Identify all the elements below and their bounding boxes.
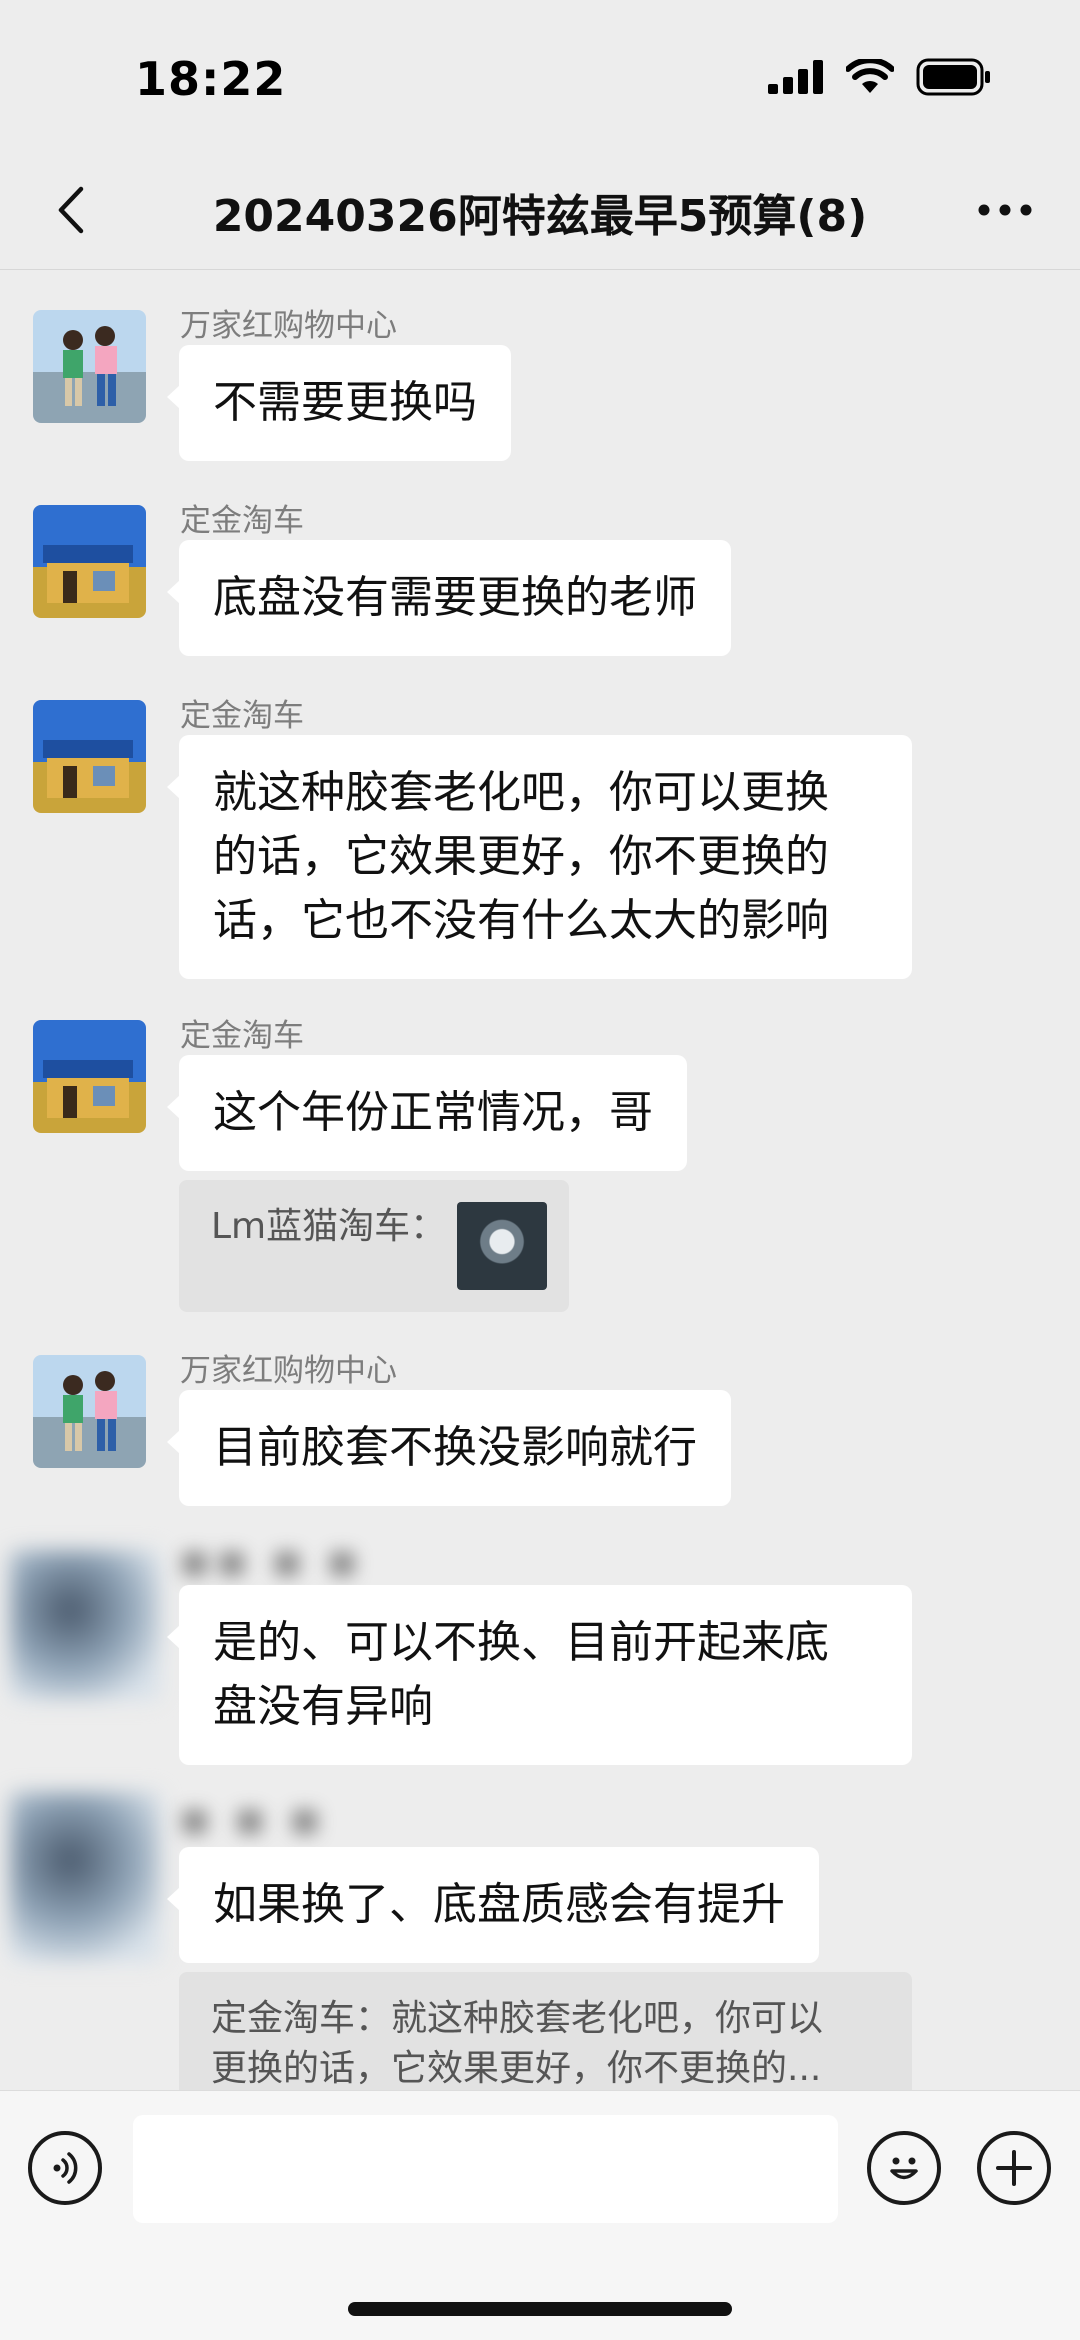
voice-icon: [53, 2152, 78, 2184]
avatar[interactable]: [10, 1792, 160, 1962]
message-line: 是的、可以不换、目前开起来底: [213, 1617, 829, 1668]
back-button[interactable]: [40, 180, 100, 240]
shop-avatar-image: [43, 545, 133, 603]
message-line: 话，它也不没有什么太大的影响: [213, 895, 829, 946]
quote-line: 定金淘车：就这种胶套老化吧，你可以: [211, 1998, 824, 2039]
message-list[interactable]: 万家红购物中心 不需要更换吗 定金淘车 底盘没有需要更换的老师 定金淘车 就这种…: [0, 270, 1080, 2090]
avatar[interactable]: [10, 1550, 160, 1700]
voice-button[interactable]: [28, 2131, 102, 2205]
sender-name: 定金淘车: [180, 698, 304, 734]
more-button[interactable]: [970, 180, 1040, 240]
message-bubble[interactable]: 目前胶套不换没影响就行: [167, 1390, 731, 1506]
battery-icon: [916, 58, 990, 96]
shop-avatar-image: [43, 1060, 133, 1118]
more-dots-icon: [978, 204, 1032, 216]
message-line: 盘没有异响: [213, 1681, 433, 1732]
kids-avatar-image: [63, 326, 117, 406]
message-line: 就这种胶套老化吧，你可以更换: [213, 767, 829, 818]
plus-button[interactable]: [977, 2131, 1051, 2205]
sender-name: 定金淘车: [180, 1018, 304, 1054]
message-bubble[interactable]: 如果换了、底盘质感会有提升: [167, 1847, 819, 1963]
quote-line: 更换的话，它效果更好，你不更换的...: [211, 2048, 822, 2089]
sender-name: 万家红购物中心: [180, 308, 397, 344]
wifi-icon: [846, 59, 894, 93]
chat-header: 20240326阿特兹最早5预算(8): [0, 150, 1080, 270]
message-input[interactable]: [133, 2115, 838, 2223]
status-bar: 18:22: [0, 0, 1080, 150]
message-bubble[interactable]: 是的、可以不换、目前开起来底 盘没有异响: [167, 1585, 912, 1765]
avatar[interactable]: [33, 700, 146, 813]
chat-title: 20240326阿特兹最早5预算(8): [212, 191, 868, 242]
sender-name: ■■ ■ ■: [180, 1544, 365, 1580]
message-line: 的话，它效果更好，你不更换的: [213, 831, 829, 882]
message-bubble[interactable]: 这个年份正常情况，哥: [167, 1055, 687, 1171]
shop-avatar-image: [43, 740, 133, 798]
avatar[interactable]: [33, 310, 146, 423]
emoji-icon: [890, 2157, 918, 2180]
status-icons: [768, 58, 992, 96]
plus-icon: [996, 2150, 1032, 2186]
quoted-message[interactable]: Lm蓝猫淘车：: [179, 1180, 569, 1312]
home-indicator[interactable]: [348, 2302, 732, 2316]
sender-name: 万家红购物中心: [180, 1353, 397, 1389]
kids-avatar-image: [63, 1371, 117, 1451]
avatar[interactable]: [33, 505, 146, 618]
sender-name: 定金淘车: [180, 503, 304, 539]
message-bubble[interactable]: 底盘没有需要更换的老师: [167, 540, 731, 656]
avatar[interactable]: [33, 1020, 146, 1133]
message-bubble[interactable]: 不需要更换吗: [167, 345, 511, 461]
avatar[interactable]: [33, 1355, 146, 1468]
quote-image-thumbnail[interactable]: [457, 1202, 547, 1290]
quoted-message[interactable]: 定金淘车：就这种胶套老化吧，你可以 更换的话，它效果更好，你不更换的...: [179, 1972, 912, 2090]
message-bubble[interactable]: 就这种胶套老化吧，你可以更换 的话，它效果更好，你不更换的 话，它也不没有什么太…: [167, 735, 912, 979]
sender-name: ■ ■ ■: [180, 1802, 328, 1838]
chevron-left-icon: [58, 186, 84, 234]
emoji-button[interactable]: [867, 2131, 941, 2205]
signal-icon: [768, 60, 823, 94]
quote-text: Lm蓝猫淘车：: [211, 1206, 447, 1247]
status-time: 18:22: [135, 52, 287, 106]
